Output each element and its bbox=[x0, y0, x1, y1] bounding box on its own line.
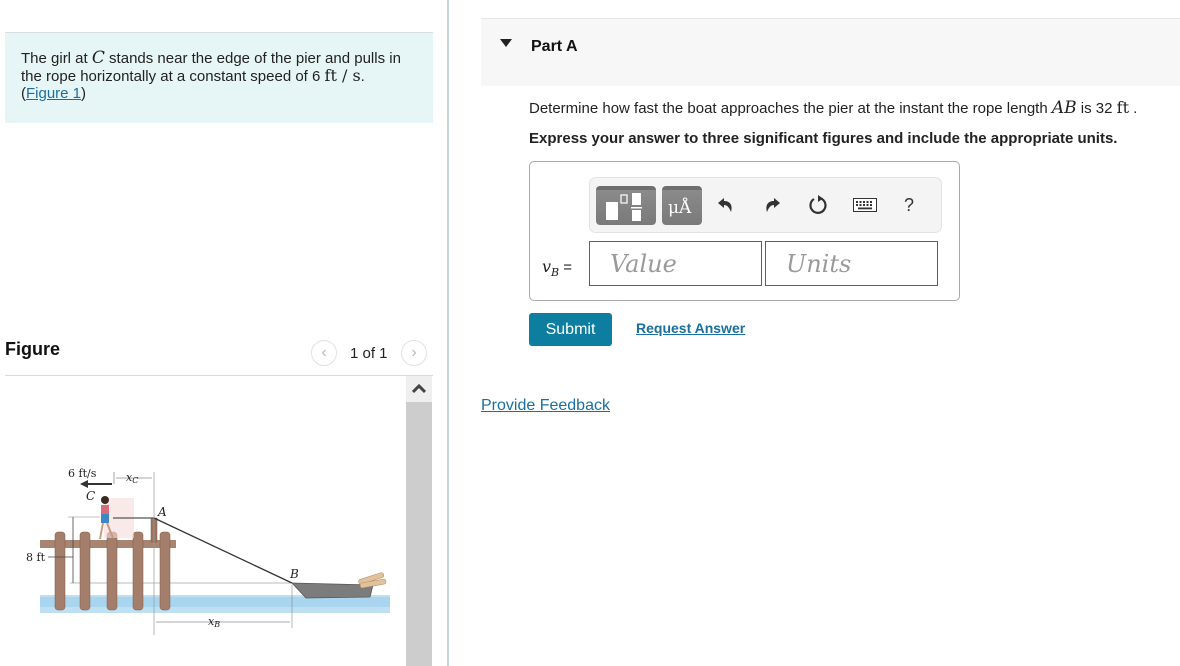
oars bbox=[358, 572, 387, 589]
instruction-text: Express your answer to three significant… bbox=[529, 130, 1118, 147]
units-input[interactable] bbox=[765, 241, 938, 286]
request-answer-link[interactable]: Request Answer bbox=[636, 320, 745, 336]
question-text: Determine how fast the boat approaches t… bbox=[529, 98, 1137, 118]
equals-sign: = bbox=[559, 259, 573, 276]
figure-title: Figure bbox=[5, 339, 61, 359]
part-a-header[interactable]: Part A bbox=[481, 18, 1180, 86]
problem-text: The girl at bbox=[21, 50, 92, 67]
next-figure-button[interactable]: › bbox=[401, 340, 427, 366]
submit-button[interactable]: Submit bbox=[529, 313, 612, 346]
problem-text: . bbox=[360, 68, 365, 85]
part-title[interactable]: Part A bbox=[531, 38, 578, 56]
units-button[interactable]: μÅ bbox=[662, 186, 702, 225]
provide-feedback-link[interactable]: Provide Feedback bbox=[481, 397, 610, 415]
unit-ft: ft bbox=[1116, 98, 1130, 117]
keyboard-icon bbox=[853, 198, 877, 212]
help-icon: ? bbox=[903, 195, 914, 215]
rope-ab bbox=[153, 517, 293, 584]
question-part: Determine how fast the boat approaches t… bbox=[529, 100, 1052, 117]
reset-icon bbox=[809, 195, 827, 214]
chevron-left-icon: ‹ bbox=[321, 344, 327, 361]
question-part: . bbox=[1129, 100, 1138, 117]
chevron-up-icon bbox=[411, 383, 427, 394]
caret-down-icon[interactable] bbox=[500, 39, 512, 47]
figure-image: 8 ft xC 6 ft/s C A B xB bbox=[26, 467, 390, 635]
undo-icon bbox=[718, 198, 732, 212]
value-input[interactable] bbox=[589, 241, 762, 286]
problem-statement: The girl at C stands near the edge of th… bbox=[5, 32, 433, 123]
label-height: 8 ft bbox=[26, 551, 46, 564]
paren-close: ) bbox=[81, 85, 87, 102]
variable-c: C bbox=[91, 48, 105, 68]
answer-variable: v bbox=[542, 257, 552, 276]
label-xb: xB bbox=[208, 615, 220, 629]
answer-label: vB = bbox=[542, 257, 572, 279]
previous-figure-button[interactable]: ‹ bbox=[311, 340, 337, 366]
figure-scrollbar[interactable] bbox=[406, 376, 432, 666]
question-part: is 32 bbox=[1076, 100, 1117, 117]
answer-subscript: B bbox=[551, 266, 560, 279]
unit-separator: / bbox=[336, 66, 353, 85]
redo-button[interactable] bbox=[757, 190, 787, 220]
pane-divider[interactable] bbox=[447, 0, 449, 666]
undo-button[interactable] bbox=[711, 190, 741, 220]
label-xc: xC bbox=[126, 471, 138, 485]
chevron-right-icon: › bbox=[411, 344, 417, 361]
figure-link[interactable]: Figure 1 bbox=[26, 85, 81, 102]
label-speed: 6 ft/s bbox=[68, 467, 97, 480]
label-b: B bbox=[289, 567, 299, 581]
left-pane: The girl at C stands near the edge of th… bbox=[0, 0, 448, 666]
math-toolbar: μÅ ? bbox=[589, 177, 942, 233]
keyboard-button[interactable] bbox=[850, 190, 880, 220]
unit-ft: ft bbox=[324, 66, 337, 85]
label-a: A bbox=[157, 505, 167, 519]
answer-box: μÅ ? vB = bbox=[529, 161, 960, 301]
variable-ab: AB bbox=[1051, 98, 1077, 118]
templates-icon bbox=[606, 193, 642, 221]
scroll-up-button[interactable] bbox=[406, 376, 432, 402]
units-icon: μÅ bbox=[668, 198, 692, 218]
figure-counter: 1 of 1 bbox=[350, 345, 388, 362]
unit-s: s bbox=[352, 66, 361, 85]
label-c: C bbox=[86, 489, 95, 503]
templates-button[interactable] bbox=[596, 186, 656, 225]
reset-button[interactable] bbox=[803, 190, 833, 220]
help-button[interactable]: ? bbox=[894, 190, 924, 220]
redo-icon bbox=[766, 198, 780, 212]
figure-header: Figure ‹ 1 of 1 › bbox=[5, 336, 433, 376]
